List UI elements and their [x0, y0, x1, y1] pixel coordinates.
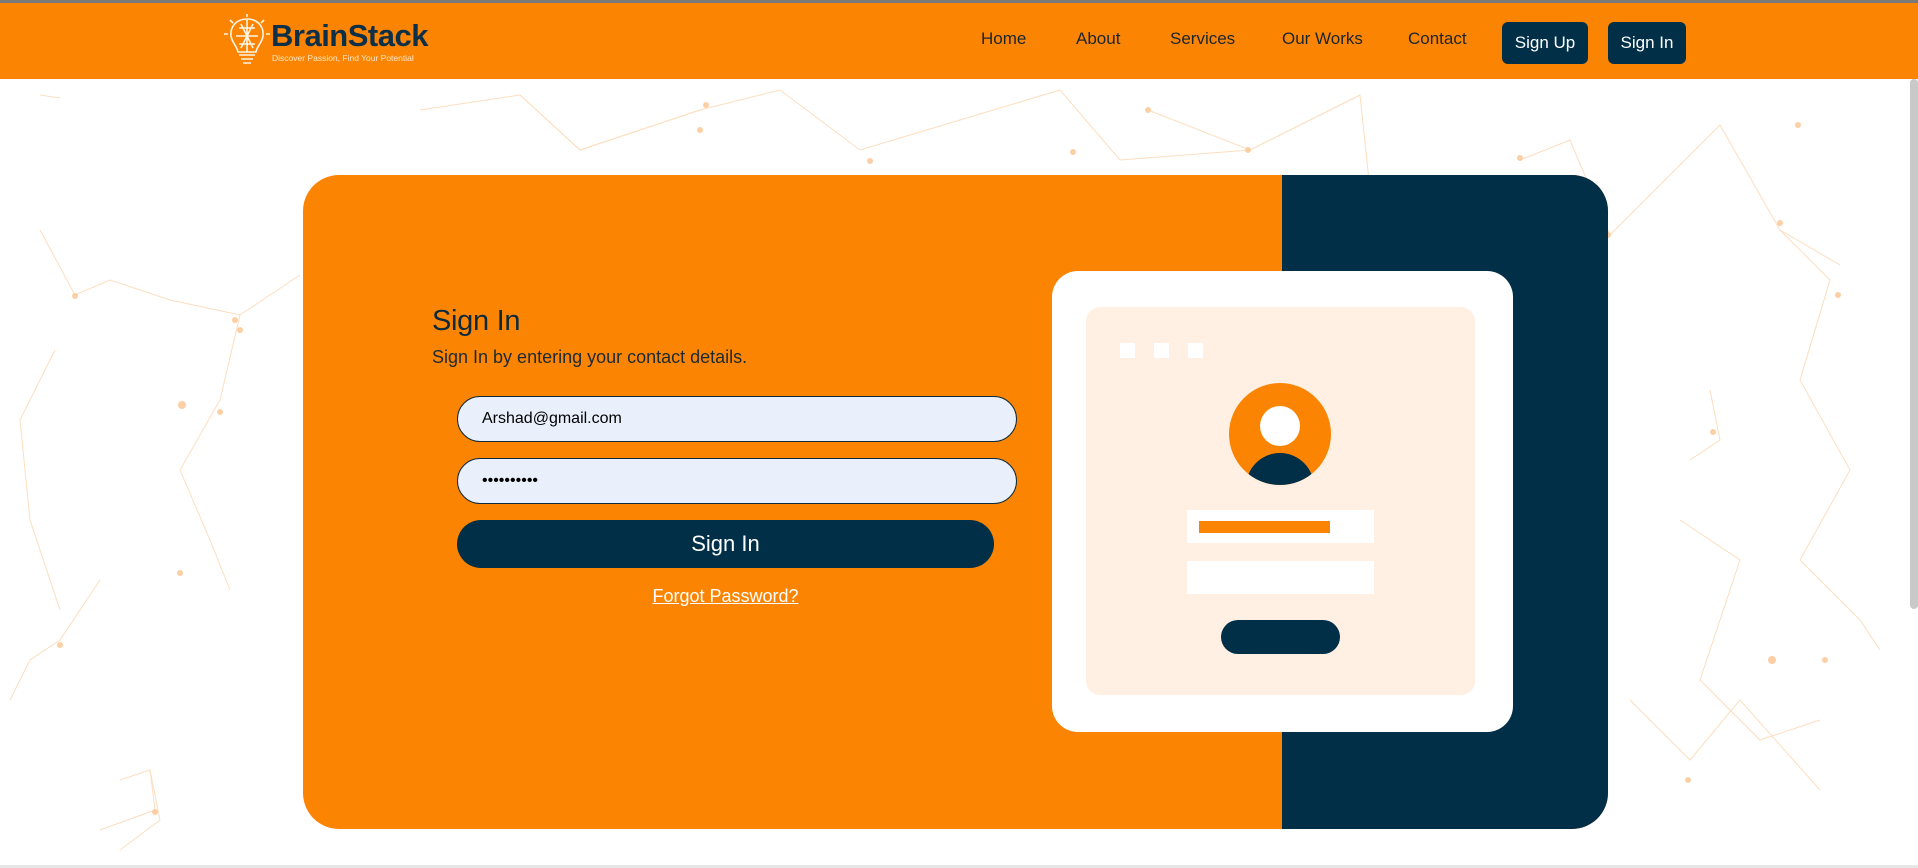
- user-avatar-icon: [1229, 383, 1331, 485]
- page-subtitle: Sign In by entering your contact details…: [432, 347, 748, 367]
- nav-our-works[interactable]: Our Works: [1282, 29, 1363, 49]
- page-scrollbar[interactable]: [1910, 79, 1918, 609]
- forgot-password-label: Forgot Password?: [652, 586, 799, 606]
- brain-bulb-logo-icon: [224, 14, 270, 64]
- brand-logo[interactable]: BrainStack Discover Passion, Find Your P…: [224, 12, 428, 68]
- nav-about[interactable]: About: [1076, 29, 1120, 49]
- page-title: Sign In: [432, 305, 521, 337]
- brand-tagline: Discover Passion, Find Your Potential: [272, 53, 414, 63]
- forgot-password-link[interactable]: Forgot Password?: [457, 586, 994, 607]
- nav-contact[interactable]: Contact: [1408, 29, 1467, 49]
- illustration-field-fill: [1199, 521, 1330, 533]
- email-field[interactable]: [457, 396, 1017, 442]
- brand-name: BrainStack: [271, 18, 428, 53]
- illustration-window: [1086, 307, 1475, 695]
- illustration-field: [1187, 561, 1374, 594]
- window-dot: [1154, 343, 1169, 358]
- window-dot: [1188, 343, 1203, 358]
- avatar-head: [1260, 406, 1300, 446]
- illustration-field: [1187, 510, 1374, 543]
- site-header: BrainStack Discover Passion, Find Your P…: [0, 0, 1918, 79]
- signup-button[interactable]: Sign Up: [1502, 22, 1588, 64]
- window-dot: [1120, 343, 1135, 358]
- nav-home[interactable]: Home: [981, 29, 1026, 49]
- nav-services[interactable]: Services: [1170, 29, 1235, 49]
- user-login-illustration: [1052, 271, 1513, 732]
- password-field[interactable]: [457, 458, 1017, 504]
- illustration-button: [1221, 620, 1340, 654]
- signin-card: Sign In Sign In by entering your contact…: [303, 175, 1608, 829]
- avatar-body: [1246, 453, 1314, 485]
- signin-submit-button[interactable]: Sign In: [457, 520, 994, 568]
- header-signin-button[interactable]: Sign In: [1608, 22, 1686, 64]
